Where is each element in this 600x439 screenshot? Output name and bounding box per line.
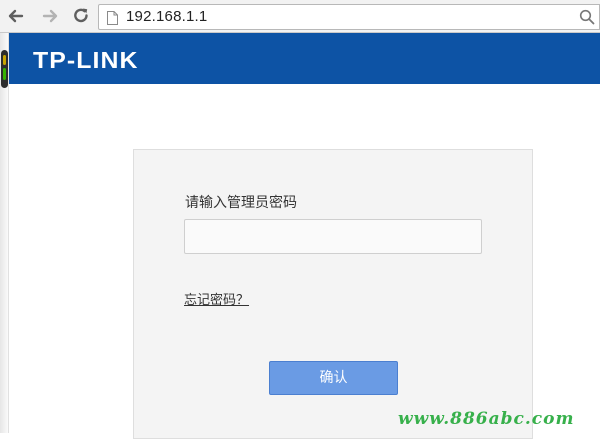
forward-arrow-icon[interactable] <box>40 6 60 26</box>
password-field[interactable] <box>184 219 482 254</box>
address-text[interactable]: 192.168.1.1 <box>126 8 207 25</box>
address-bar[interactable]: 192.168.1.1 <box>98 4 600 30</box>
brand-header: TP-LINK <box>9 33 600 84</box>
page-icon <box>107 10 118 25</box>
forgot-password-link[interactable]: 忘记密码？ <box>184 289 249 308</box>
status-light-green <box>3 68 6 80</box>
status-light-yellow <box>3 55 6 65</box>
browser-toolbar: 192.168.1.1 <box>0 0 600 33</box>
tp-link-logo: TP-LINK <box>33 47 139 73</box>
reload-icon[interactable] <box>71 6 91 26</box>
window-left-edge <box>0 33 9 433</box>
password-prompt-label: 请输入管理员密码 <box>185 195 297 211</box>
site-watermark: www.886abc.com <box>398 409 575 429</box>
search-icon[interactable] <box>579 9 595 25</box>
back-arrow-icon[interactable] <box>6 6 26 26</box>
confirm-button[interactable]: 确认 <box>269 361 398 395</box>
status-indicator <box>1 50 8 88</box>
login-panel: 请输入管理员密码 忘记密码？ 确认 <box>133 149 533 439</box>
